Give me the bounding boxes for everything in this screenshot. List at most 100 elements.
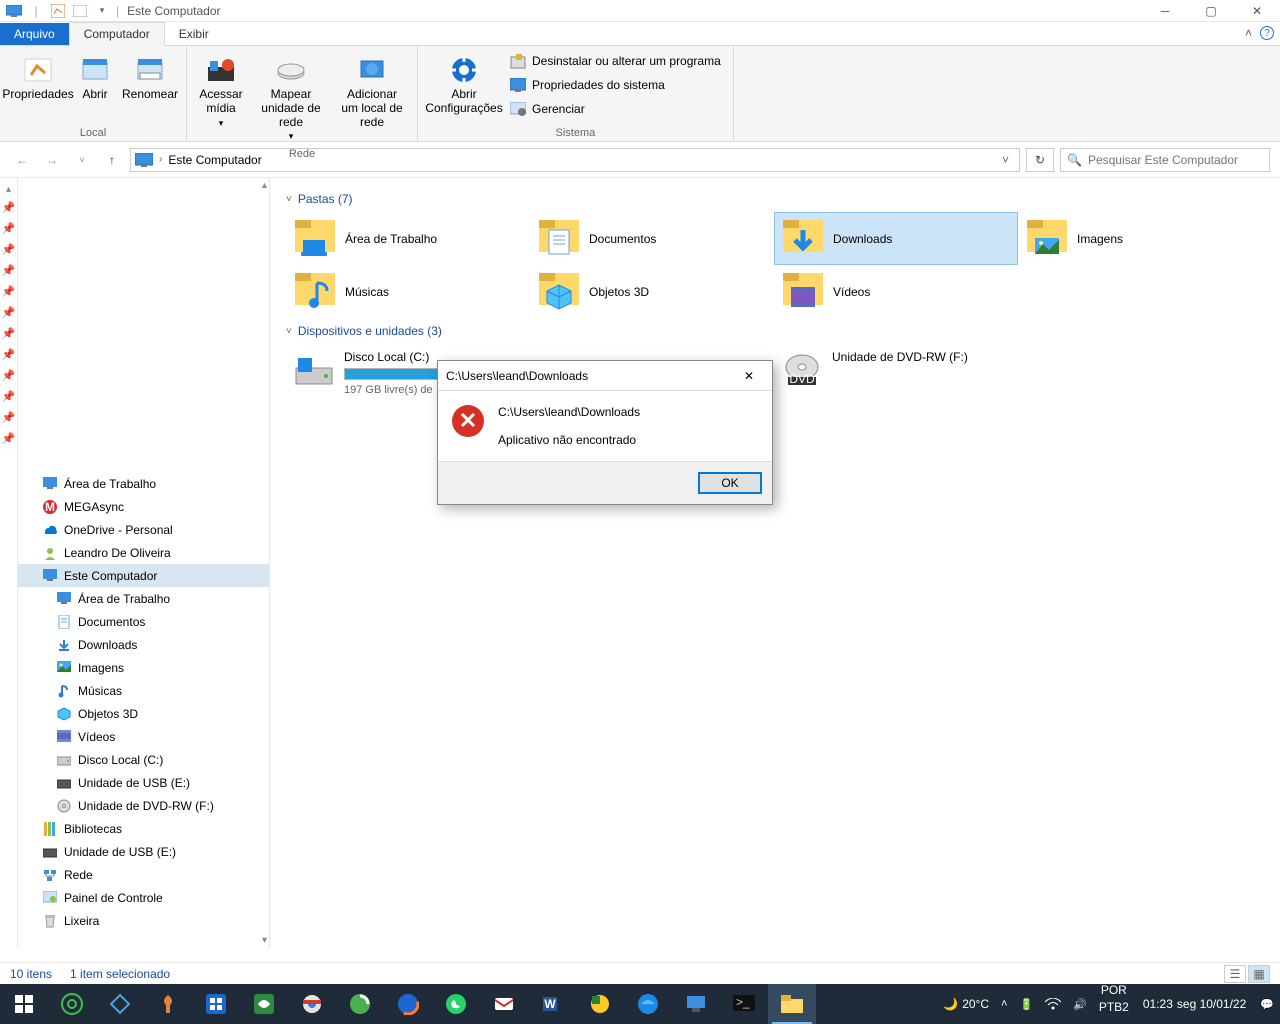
tab-file[interactable]: Arquivo — [0, 23, 69, 45]
tree-item[interactable]: Área de Trabalho — [18, 472, 269, 495]
tray-volume-icon[interactable]: 🔊 — [1067, 984, 1093, 1024]
system-properties-button[interactable]: Propriedades do sistema — [506, 74, 725, 96]
tray-clock[interactable]: 01:23 seg 10/01/22 — [1135, 984, 1254, 1024]
manage-button[interactable]: Gerenciar — [506, 98, 725, 120]
taskbar-app[interactable] — [336, 984, 384, 1024]
address-dropdown[interactable]: ˅ — [996, 153, 1015, 167]
add-location-button[interactable]: Adicionar um local de rede — [335, 50, 409, 133]
breadcrumb[interactable]: Este Computador — [168, 153, 261, 167]
tray-wifi-icon[interactable] — [1039, 984, 1067, 1024]
tree-item[interactable]: Bibliotecas — [18, 817, 269, 840]
tree-scroll-down-icon[interactable]: ▾ — [262, 935, 267, 946]
ribbon-collapse-icon[interactable]: ˄ — [1245, 26, 1252, 40]
folder-item[interactable]: Imagens — [1018, 212, 1262, 265]
rename-button[interactable]: Renomear — [122, 50, 178, 106]
taskbar-app[interactable] — [288, 984, 336, 1024]
pin-icon[interactable]: 📌 — [0, 428, 17, 449]
address-bar[interactable]: › Este Computador ˅ — [130, 148, 1020, 172]
tray-language[interactable]: POR PTB2 — [1093, 984, 1135, 1024]
tray-battery-icon[interactable]: 🔋 — [1013, 984, 1039, 1024]
open-button[interactable]: Abrir — [72, 50, 118, 106]
tree-item[interactable]: Unidade de USB (E:) — [18, 771, 269, 794]
start-button[interactable] — [0, 984, 48, 1024]
navigation-tree[interactable]: ▴ ▾ Área de TrabalhoMMEGAsyncOneDrive - … — [18, 178, 270, 948]
tree-item[interactable]: Unidade de USB (E:) — [18, 840, 269, 863]
tree-item[interactable]: Lixeira — [18, 909, 269, 932]
pin-icon[interactable]: 📌 — [0, 323, 17, 344]
open-settings-button[interactable]: Abrir Configurações — [426, 50, 502, 120]
pin-icon[interactable]: 📌 — [0, 365, 17, 386]
view-details-button[interactable]: ☰ — [1224, 965, 1246, 983]
tree-scroll-up-icon[interactable]: ▴ — [262, 180, 267, 191]
close-button[interactable]: ✕ — [1234, 0, 1280, 22]
taskbar[interactable]: W >_ 🌙 20°C ˄ 🔋 🔊 POR PTB2 01:23 seg 10/… — [0, 984, 1280, 1024]
tree-item[interactable]: Downloads — [18, 633, 269, 656]
tree-item[interactable]: MMEGAsync — [18, 495, 269, 518]
taskbar-app[interactable] — [240, 984, 288, 1024]
tab-view[interactable]: Exibir — [165, 23, 223, 45]
uninstall-button[interactable]: Desinstalar ou alterar um programa — [506, 50, 725, 72]
tray-notifications-icon[interactable]: 💬 — [1254, 984, 1280, 1024]
qat-dropdown-icon[interactable]: ▾ — [94, 3, 110, 19]
help-icon[interactable]: ? — [1260, 26, 1274, 40]
tree-item[interactable]: Leandro De Oliveira — [18, 541, 269, 564]
view-icons-button[interactable]: ▦ — [1248, 965, 1270, 983]
up-button[interactable]: ↑ — [100, 148, 124, 172]
pin-icon[interactable]: 📌 — [0, 344, 17, 365]
pin-collapse-icon[interactable]: ▴ — [0, 182, 17, 197]
maximize-button[interactable]: ▢ — [1188, 0, 1234, 22]
tree-item[interactable]: Painel de Controle — [18, 886, 269, 909]
pin-icon[interactable]: 📌 — [0, 281, 17, 302]
taskbar-app[interactable] — [192, 984, 240, 1024]
taskbar-app[interactable] — [480, 984, 528, 1024]
qat-newfolder-icon[interactable] — [72, 3, 88, 19]
tree-item[interactable]: Unidade de DVD-RW (F:) — [18, 794, 269, 817]
tree-item[interactable]: Disco Local (C:) — [18, 748, 269, 771]
folder-item[interactable]: Objetos 3D — [530, 265, 774, 318]
properties-button[interactable]: Propriedades — [8, 50, 68, 106]
taskbar-app[interactable]: W — [528, 984, 576, 1024]
taskbar-app[interactable] — [96, 984, 144, 1024]
pin-icon[interactable]: 📌 — [0, 386, 17, 407]
pin-icon[interactable]: 📌 — [0, 407, 17, 428]
tree-item[interactable]: OneDrive - Personal — [18, 518, 269, 541]
refresh-button[interactable]: ↻ — [1026, 148, 1054, 172]
pin-icon[interactable]: 📌 — [0, 302, 17, 323]
pin-icon[interactable]: 📌 — [0, 197, 17, 218]
tree-item[interactable]: Este Computador — [18, 564, 269, 587]
folder-item[interactable]: Vídeos — [774, 265, 1018, 318]
dialog-close-button[interactable]: ✕ — [734, 364, 764, 388]
taskbar-app[interactable] — [48, 984, 96, 1024]
weather-widget[interactable]: 🌙 20°C — [937, 984, 995, 1024]
access-media-button[interactable]: Acessar mídia▾ — [195, 50, 247, 132]
drives-section-header[interactable]: ˅ Dispositivos e unidades (3) — [286, 318, 1264, 344]
forward-button[interactable]: → — [40, 148, 64, 172]
minimize-button[interactable]: ─ — [1142, 0, 1188, 22]
folder-item[interactable]: Downloads — [774, 212, 1018, 265]
search-box[interactable]: 🔍 — [1060, 148, 1270, 172]
tree-item[interactable]: Rede — [18, 863, 269, 886]
tree-item[interactable]: Documentos — [18, 610, 269, 633]
taskbar-app[interactable] — [624, 984, 672, 1024]
pin-icon[interactable]: 📌 — [0, 239, 17, 260]
search-input[interactable] — [1088, 153, 1263, 167]
taskbar-app[interactable] — [432, 984, 480, 1024]
tree-item[interactable]: Área de Trabalho — [18, 587, 269, 610]
tree-item[interactable]: Imagens — [18, 656, 269, 679]
map-drive-button[interactable]: Mapear unidade de rede▾ — [251, 50, 331, 146]
tree-item[interactable]: Vídeos — [18, 725, 269, 748]
folders-section-header[interactable]: ˅ Pastas (7) — [286, 186, 1264, 212]
folder-item[interactable]: Área de Trabalho — [286, 212, 530, 265]
tab-computer[interactable]: Computador — [69, 22, 165, 46]
dialog-titlebar[interactable]: C:\Users\leand\Downloads ✕ — [438, 361, 772, 391]
taskbar-explorer[interactable] — [768, 984, 816, 1024]
taskbar-app[interactable] — [576, 984, 624, 1024]
folder-item[interactable]: Documentos — [530, 212, 774, 265]
back-button[interactable]: ← — [10, 148, 34, 172]
ok-button[interactable]: OK — [698, 472, 762, 494]
taskbar-app[interactable] — [384, 984, 432, 1024]
pin-icon[interactable]: 📌 — [0, 218, 17, 239]
folder-item[interactable]: Músicas — [286, 265, 530, 318]
taskbar-app[interactable] — [144, 984, 192, 1024]
tree-item[interactable]: Objetos 3D — [18, 702, 269, 725]
